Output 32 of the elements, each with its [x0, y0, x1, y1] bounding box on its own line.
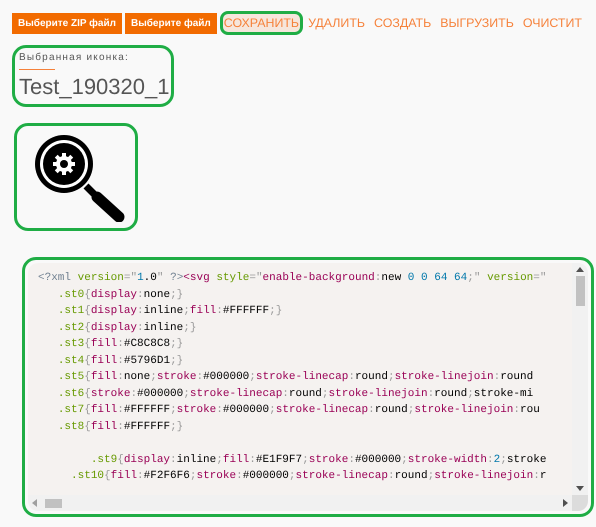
- scroll-left-icon[interactable]: [32, 499, 37, 507]
- code-line: .st2{display:inline;}: [56, 320, 196, 336]
- code-line: .st1{display:inline;fill:#FFFFFF;}: [56, 304, 282, 319]
- code-line: .st8{fill:#FFFFFF;}: [56, 420, 184, 434]
- scrollbar-corner: [572, 495, 588, 511]
- code-line: .st10{fill:#F2F6F6;stroke:#000000;stroke-linecap:round;stroke-linejoin:r: [70, 469, 546, 484]
- selected-icon-label: Выбранная иконка:: [19, 52, 130, 63]
- code-line: .st9{display:inline;fill:#E1F9F7;stroke:#000000;stroke-width:2;stroke: [90, 452, 546, 468]
- action-link[interactable]: ВЫГРУЗИТЬ: [436, 11, 518, 35]
- code-line: .st3{fill:#C8C8C8;}: [56, 337, 184, 352]
- action-link[interactable]: СОХРАНИТЬ: [220, 11, 304, 35]
- action-link[interactable]: УДАЛИТЬ: [304, 11, 370, 35]
- icon-name: Test_190320_1: [19, 74, 170, 100]
- accent-underline: [19, 69, 55, 70]
- action-link[interactable]: ОЧИСТИТ: [518, 11, 586, 35]
- scroll-right-icon[interactable]: [563, 499, 568, 507]
- code-line: .st0{display:none;}: [56, 288, 184, 302]
- scroll-down-icon[interactable]: [576, 486, 584, 491]
- scroll-up-icon[interactable]: [576, 267, 584, 272]
- code-line: .st5{fill:none;stroke:#000000;stroke-linecap:round;stroke-linejoin:round: [56, 370, 534, 385]
- horizontal-scrollbar[interactable]: [28, 495, 572, 511]
- magnifier-gear-icon: [34, 134, 126, 222]
- code-line: .st6{stroke:#000000;stroke-linecap:round;stroke-linejoin:round;stroke-mi: [56, 386, 534, 402]
- file-button[interactable]: Выберите ZIP файл: [12, 12, 122, 34]
- action-link[interactable]: СОЗДАТЬ: [370, 11, 436, 35]
- code-line: .st7{fill:#FFFFFF;stroke:#000000;stroke-linecap:round;stroke-linejoin:rou: [56, 403, 540, 418]
- code-line: .st4{fill:#5796D1;}: [56, 354, 184, 368]
- vertical-scrollbar[interactable]: [572, 263, 588, 495]
- file-button[interactable]: Выберите файл: [124, 12, 217, 34]
- scroll-thumb[interactable]: [576, 276, 584, 306]
- code-line: <?xml version="1.0" ?><svg style="enable-background:new 0 0 64 64;" version=": [38, 271, 547, 286]
- scroll-thumb[interactable]: [45, 498, 62, 508]
